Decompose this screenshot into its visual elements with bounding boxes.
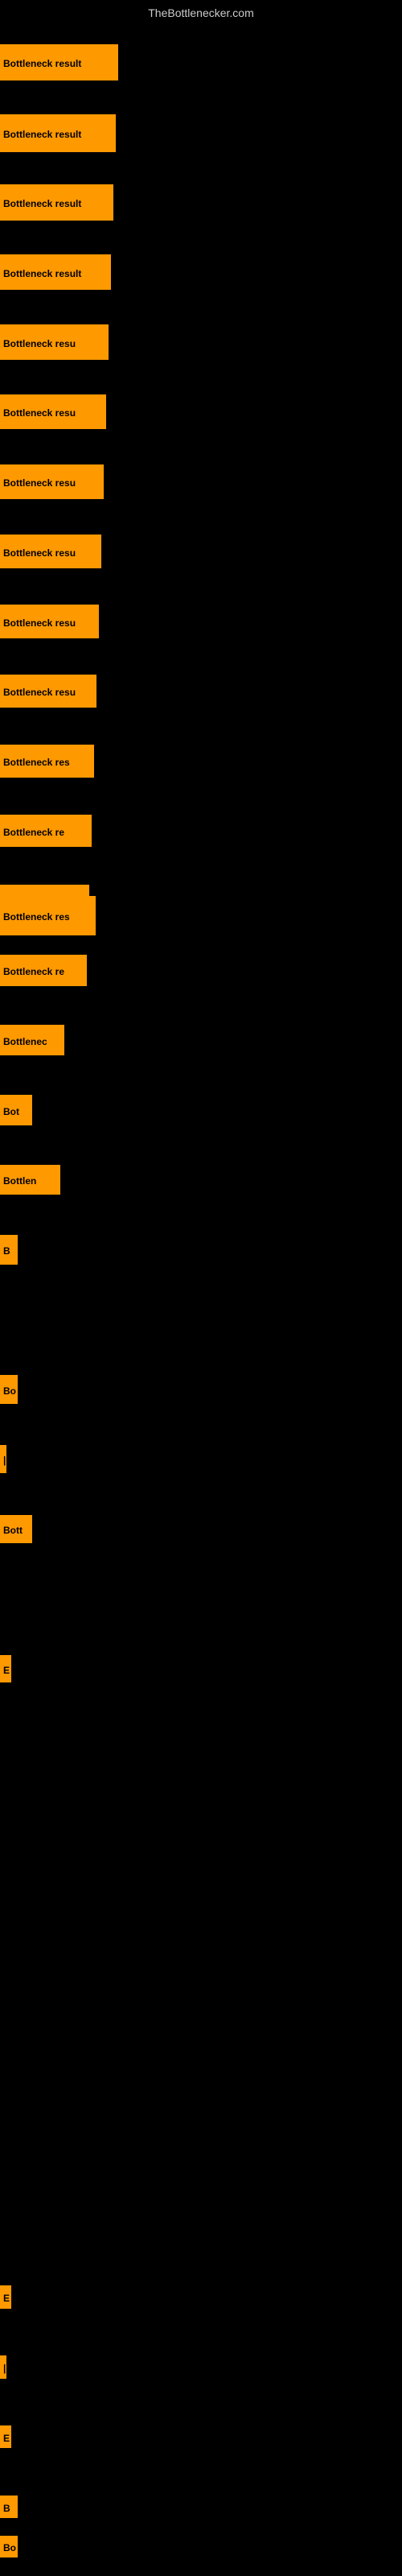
site-title: TheBottlenecker.com [0,0,402,23]
bottleneck-result-item: B [0,1235,18,1265]
bottleneck-result-item: Bo [0,2536,18,2557]
bottleneck-result-item: Bottleneck resu [0,324,109,360]
bottleneck-result-item: Bottleneck result [0,254,111,290]
bottleneck-result-item: Bott [0,1515,32,1543]
bottleneck-result-item: | [0,2355,6,2379]
bottleneck-result-item: Bottleneck resu [0,394,106,429]
bottleneck-result-item: | [0,1445,6,1473]
bottleneck-result-item: E [0,2425,11,2448]
bottleneck-result-item: Bot [0,1095,32,1125]
bottleneck-result-item: Bottleneck result [0,184,113,221]
bottleneck-result-item: Bottleneck res [0,745,94,778]
bottleneck-result-item: Bottleneck resu [0,605,99,638]
bottleneck-result-item: E [0,1655,11,1682]
bottleneck-result-item: Bottleneck result [0,44,118,80]
bottleneck-result-item: Bo [0,1375,18,1404]
bottleneck-result-item: Bottleneck re [0,955,87,986]
bottleneck-result-item: Bottleneck resu [0,464,104,499]
bottleneck-result-item: B [0,2496,18,2518]
bottleneck-result-item: Bottleneck re [0,815,92,847]
bottleneck-result-item: Bottleneck result [0,114,116,152]
bottleneck-result-item: Bottleneck resu [0,675,96,708]
bottleneck-result-item: Bottleneck res [0,896,96,935]
bottleneck-result-item: E [0,2285,11,2309]
bottleneck-result-item: Bottlen [0,1165,60,1195]
bottleneck-result-item: Bottlenec [0,1025,64,1055]
bottleneck-result-item: Bottleneck resu [0,535,101,568]
